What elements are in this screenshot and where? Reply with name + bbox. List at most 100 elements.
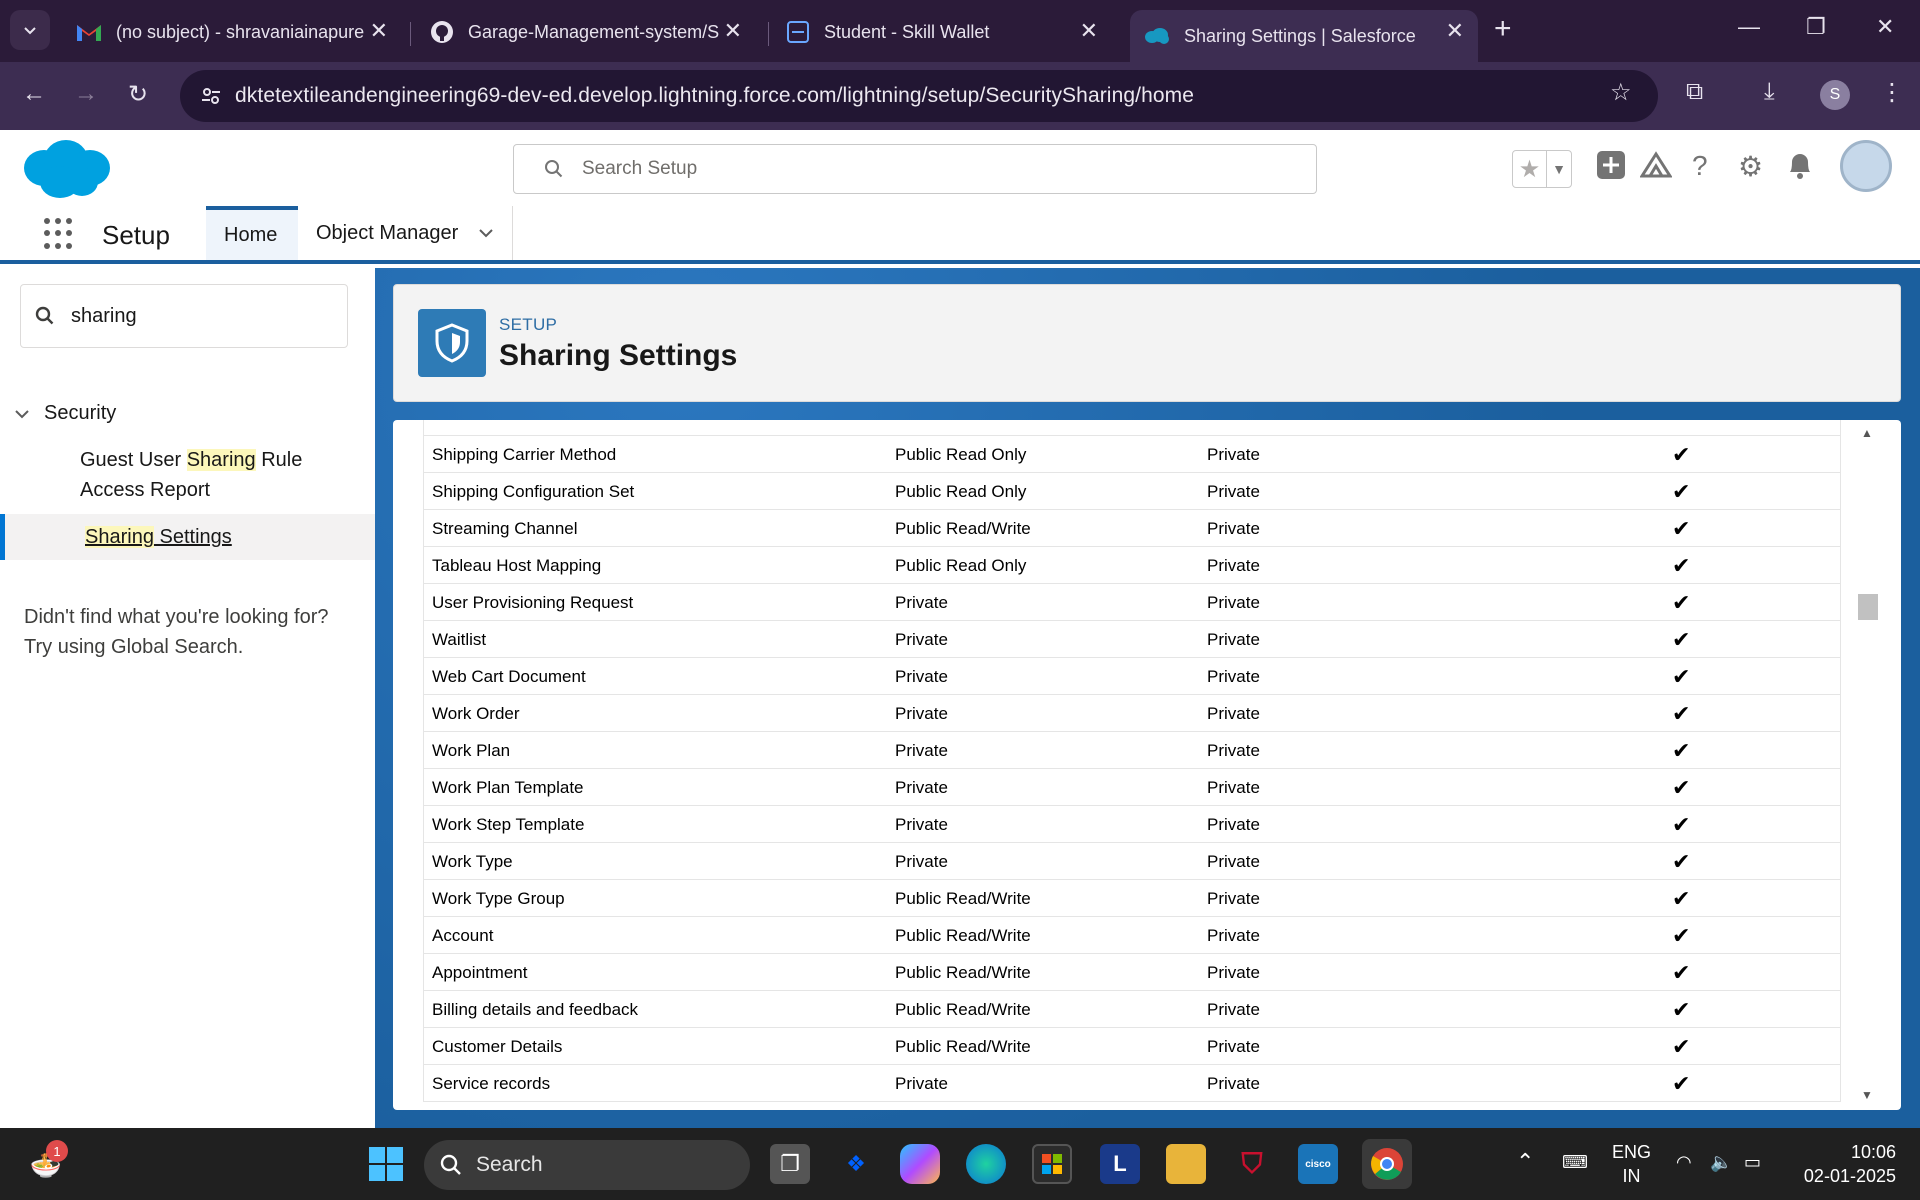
scroll-up-icon[interactable]: ▲ <box>1861 426 1873 440</box>
tab-home[interactable]: Home <box>206 206 298 260</box>
tab-home-label: Home <box>224 223 278 246</box>
address-bar[interactable]: dktetextileandengineering69-dev-ed.devel… <box>180 70 1658 122</box>
grant-access-hierarchies-check-icon: ✔ <box>1672 849 1691 874</box>
table-row: Customer Details Public Read/Write Private… <box>424 1028 1840 1065</box>
default-external-access-cell: Private <box>1207 778 1260 797</box>
close-tab-icon[interactable]: ✕ <box>1080 20 1098 42</box>
favorite-star-icon[interactable]: ★ <box>1513 151 1547 187</box>
close-window-icon[interactable]: ✕ <box>1876 14 1894 40</box>
browser-tab-skill-wallet[interactable]: Student - Skill Wallet ✕ <box>772 10 1112 54</box>
browser-profile-avatar[interactable]: S <box>1820 80 1850 110</box>
default-external-access-cell: Private <box>1207 889 1260 908</box>
tab-list-button[interactable] <box>10 10 50 50</box>
language-indicator[interactable]: ENG IN <box>1612 1140 1651 1188</box>
table-row: Work Plan Private Private ✔ <box>424 732 1840 769</box>
file-explorer-icon[interactable] <box>1166 1144 1206 1184</box>
copilot-icon[interactable] <box>900 1144 940 1184</box>
search-highlight: Sharing <box>186 449 256 471</box>
default-internal-access-cell: Public Read/Write <box>895 926 1031 945</box>
default-external-access-cell: Private <box>1207 741 1260 760</box>
setup-gear-icon[interactable]: ⚙ <box>1738 150 1763 183</box>
chevron-down-icon[interactable] <box>14 408 30 420</box>
salesforce-logo[interactable] <box>22 138 112 200</box>
windows-taskbar: 🍜 1 Search ❐ ❖ L ⛉ cisco ⌃ ⌨ ENG IN ◠ 🔈 … <box>0 1128 1920 1200</box>
battery-icon[interactable]: ▭ <box>1744 1150 1761 1174</box>
app-launcher-icon[interactable] <box>44 218 76 250</box>
table-row: Web Cart Document Private Private ✔ <box>424 658 1840 695</box>
wifi-icon[interactable]: ◠ <box>1676 1150 1692 1174</box>
default-external-access-cell: Private <box>1207 445 1260 464</box>
download-icon[interactable]: ⤓ <box>1764 78 1775 106</box>
browser-tab-github[interactable]: Garage-Management-system/S ✕ <box>416 10 756 54</box>
volume-icon[interactable]: 🔈 <box>1710 1150 1732 1174</box>
cisco-academy-icon[interactable]: cisco <box>1298 1144 1338 1184</box>
restore-icon[interactable]: ❐ <box>1806 14 1826 40</box>
default-internal-access-cell: Public Read/Write <box>895 963 1031 982</box>
table-row-partial <box>424 420 1840 436</box>
browser-menu-icon[interactable]: ⋮ <box>1880 78 1904 107</box>
default-internal-access-cell: Public Read/Write <box>895 1000 1031 1019</box>
forward-icon[interactable]: → <box>74 80 98 108</box>
setup-nav-bar: Setup Home Object Manager <box>0 206 1920 264</box>
dropbox-icon[interactable]: ❖ <box>836 1144 876 1184</box>
help-icon[interactable]: ? <box>1692 150 1708 182</box>
taskbar-search[interactable]: Search <box>424 1140 750 1190</box>
favorites-control[interactable]: ★ ▼ <box>1512 150 1572 188</box>
grant-access-hierarchies-check-icon: ✔ <box>1672 738 1691 763</box>
clock[interactable]: 10:06 02-01-2025 <box>1796 1140 1896 1188</box>
object-name-cell: Appointment <box>432 963 528 982</box>
show-hidden-icons-icon[interactable]: ⌃ <box>1516 1150 1534 1174</box>
default-external-access-cell: Private <box>1207 704 1260 723</box>
touch-keyboard-icon[interactable]: ⌨ <box>1562 1150 1588 1174</box>
not-found-hint: Didn't find what you're looking for? Try… <box>24 606 329 658</box>
task-view-icon[interactable]: ❐ <box>770 1144 810 1184</box>
tab-separator <box>410 22 411 46</box>
browser-tab-gmail[interactable]: (no subject) - shravaniainapure ✕ <box>62 10 402 54</box>
chevron-down-icon[interactable] <box>478 227 494 239</box>
tab-object-manager[interactable]: Object Manager <box>298 206 512 260</box>
default-internal-access-cell: Private <box>895 593 948 612</box>
scroll-down-icon[interactable]: ▼ <box>1861 1088 1873 1102</box>
back-icon[interactable]: ← <box>22 80 46 108</box>
extensions-icon[interactable]: ⧉ <box>1686 78 1703 106</box>
quick-find-input[interactable]: sharing <box>20 284 348 348</box>
close-tab-icon[interactable]: ✕ <box>724 20 742 42</box>
site-info-icon[interactable] <box>200 85 222 107</box>
grant-access-hierarchies-check-icon: ✔ <box>1672 664 1691 689</box>
l-app-icon[interactable]: L <box>1100 1144 1140 1184</box>
scrollbar-thumb[interactable] <box>1858 594 1878 620</box>
default-internal-access-cell: Public Read/Write <box>895 519 1031 538</box>
search-setup-input[interactable]: Search Setup <box>513 144 1317 194</box>
windows-start-icon[interactable] <box>366 1144 406 1184</box>
taskbar-search-label: Search <box>476 1153 543 1176</box>
edge-browser-icon[interactable] <box>966 1144 1006 1184</box>
tree-section-security[interactable]: Security <box>14 402 116 425</box>
sidebar-item-guest-user-sharing-report[interactable]: Guest User Sharing Rule Access Report <box>80 445 360 505</box>
microsoft-store-icon[interactable] <box>1032 1144 1072 1184</box>
nav-divider <box>512 206 513 260</box>
app-name: Setup <box>102 220 170 250</box>
sidebar-item-sharing-settings[interactable]: Sharing Settings <box>0 514 375 560</box>
default-external-access-cell: Private <box>1207 815 1260 834</box>
mcafee-icon[interactable]: ⛉ <box>1232 1144 1272 1184</box>
favorites-dropdown-icon[interactable]: ▼ <box>1547 151 1571 187</box>
browser-tab-salesforce[interactable]: Sharing Settings | Salesforce ✕ <box>1130 10 1478 62</box>
notifications-bell-icon[interactable] <box>1786 150 1814 187</box>
chrome-icon[interactable] <box>1362 1139 1412 1189</box>
grant-access-hierarchies-check-icon: ✔ <box>1672 442 1691 467</box>
default-internal-access-cell: Public Read Only <box>895 445 1027 464</box>
global-actions-icon[interactable] <box>1596 150 1626 187</box>
user-avatar[interactable] <box>1840 140 1892 192</box>
grant-access-hierarchies-check-icon: ✔ <box>1672 886 1691 911</box>
github-icon <box>431 21 453 43</box>
vertical-scrollbar[interactable]: ▲ ▼ <box>1855 420 1878 1110</box>
close-tab-icon[interactable]: ✕ <box>1446 20 1464 42</box>
reload-icon[interactable]: ↻ <box>128 80 148 109</box>
close-tab-icon[interactable]: ✕ <box>370 20 388 42</box>
minimize-icon[interactable]: — <box>1738 14 1760 40</box>
notification-badge: 1 <box>46 1140 68 1162</box>
new-tab-button[interactable]: + <box>1494 12 1512 46</box>
trailhead-icon[interactable] <box>1639 150 1673 187</box>
bookmark-star-icon[interactable]: ☆ <box>1610 78 1632 107</box>
default-internal-access-cell: Private <box>895 630 948 649</box>
